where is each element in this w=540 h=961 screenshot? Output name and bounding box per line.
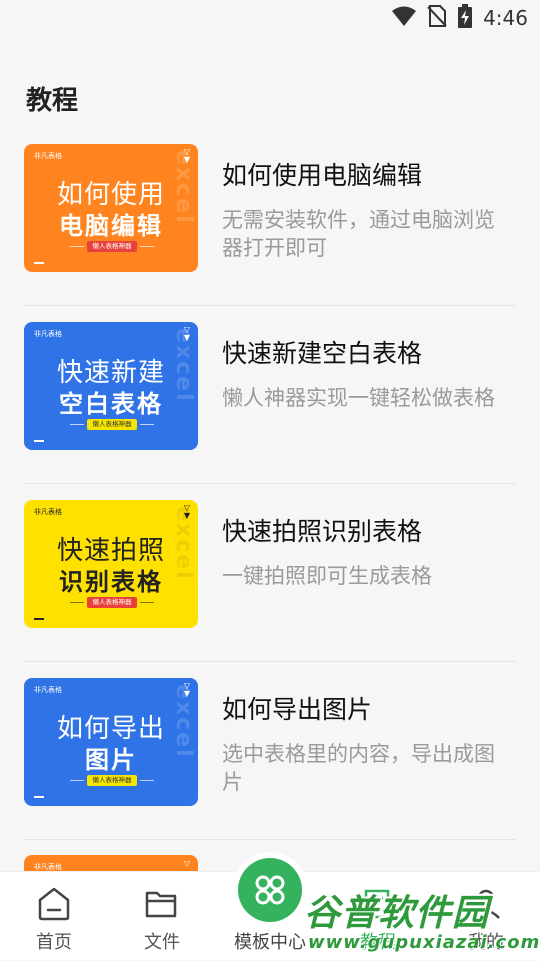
nav-files[interactable]: 文件 <box>108 872 216 961</box>
tutorial-item[interactable]: 非凡表格 ▽ ▼ excel 如何导出 图片 懒人表格神器 如何导出图片 选中表格… <box>24 662 516 840</box>
page-title: 教程 <box>26 86 79 116</box>
wifi-icon <box>391 5 417 31</box>
tutorial-thumbnail: 非凡表格 ▽ ▼ excel 快速拍照 识别表格 懒人表格神器 <box>24 500 198 628</box>
tutorial-title: 如何使用电脑编辑 <box>222 161 423 190</box>
no-sim-icon <box>427 5 447 31</box>
thumb-dash <box>34 618 44 620</box>
tutorial-title: 快速拍照识别表格 <box>222 517 423 546</box>
tutorial-desc: 选中表格里的内容，导出成图片 <box>222 742 495 794</box>
thumb-divider <box>140 246 154 247</box>
grid-icon <box>255 875 285 905</box>
template-center-button[interactable] <box>232 852 308 928</box>
thumb-line2: 空白表格 <box>59 390 163 418</box>
status-icons: 4:46 <box>391 4 528 32</box>
nav-home[interactable]: 首页 <box>0 872 108 961</box>
site-watermark: 谷普软件园 www.gupuxiazai.com <box>300 882 540 960</box>
thumb-divider <box>70 424 84 425</box>
thumb-brand: 非凡表格 <box>34 508 62 516</box>
thumb-dash <box>34 796 44 798</box>
thumb-pill: 懒人表格神器 <box>87 419 137 430</box>
tutorial-item[interactable]: 非凡表格 ▽ ▼ excel 快速新建 空白表格 懒人表格神器 快速新建空白表格 … <box>24 306 516 484</box>
site-watermark-url: www.gupuxiazai.com <box>308 932 540 953</box>
thumb-divider <box>70 602 84 603</box>
thumb-pill: 懒人表格神器 <box>87 597 137 608</box>
tutorial-title: 如何导出图片 <box>222 695 373 724</box>
battery-charging-icon <box>457 4 473 32</box>
thumb-corner-icon: ▽ <box>183 859 190 868</box>
thumb-divider <box>70 246 84 247</box>
tutorial-item[interactable]: 非凡表格 ▽ ▼ excel 如何使用 电脑编辑 懒人表格神器 如何使用电脑编辑 … <box>24 128 516 306</box>
thumb-brand: 非凡表格 <box>34 330 62 338</box>
thumb-dash <box>34 262 44 264</box>
status-time: 4:46 <box>483 6 528 30</box>
thumb-divider <box>140 424 154 425</box>
home-icon <box>36 886 72 922</box>
tutorial-desc: 一键拍照即可生成表格 <box>222 564 432 588</box>
nav-files-label: 文件 <box>144 932 180 953</box>
thumb-brand: 非凡表格 <box>34 152 62 160</box>
tutorial-thumbnail: 非凡表格 ▽ ▼ excel 如何使用 电脑编辑 懒人表格神器 <box>24 144 198 272</box>
nav-home-label: 首页 <box>36 932 72 953</box>
thumb-line2: 图片 <box>85 746 137 774</box>
thumb-pill: 懒人表格神器 <box>87 775 137 786</box>
thumb-pill: 懒人表格神器 <box>87 241 137 252</box>
status-bar: 4:46 <box>0 0 540 36</box>
thumb-divider <box>70 780 84 781</box>
tutorial-thumbnail: 非凡表格 ▽ ▼ excel 快速新建 空白表格 懒人表格神器 <box>24 322 198 450</box>
template-center-circle <box>238 858 302 922</box>
thumb-line2: 电脑编辑 <box>59 212 163 240</box>
thumb-divider <box>140 602 154 603</box>
tutorial-thumbnail: 非凡表格 ▽ ▼ excel 如何导出 图片 懒人表格神器 <box>24 678 198 806</box>
site-watermark-title: 谷普软件园 <box>304 893 490 934</box>
tutorial-list: 非凡表格 ▽ ▼ excel 如何使用 电脑编辑 懒人表格神器 如何使用电脑编辑 … <box>24 128 516 840</box>
tutorial-title: 快速新建空白表格 <box>222 339 423 368</box>
thumb-divider <box>140 780 154 781</box>
tutorial-desc: 无需安装软件，通过电脑浏览器打开即可 <box>222 208 495 260</box>
thumb-dash <box>34 440 44 442</box>
thumb-brand: 非凡表格 <box>34 686 62 694</box>
folder-icon <box>144 886 180 922</box>
thumb-line2: 识别表格 <box>59 568 163 596</box>
tutorial-item[interactable]: 非凡表格 ▽ ▼ excel 快速拍照 识别表格 懒人表格神器 快速拍照识别表格 … <box>24 484 516 662</box>
tutorial-desc: 懒人神器实现一键轻松做表格 <box>222 386 495 410</box>
